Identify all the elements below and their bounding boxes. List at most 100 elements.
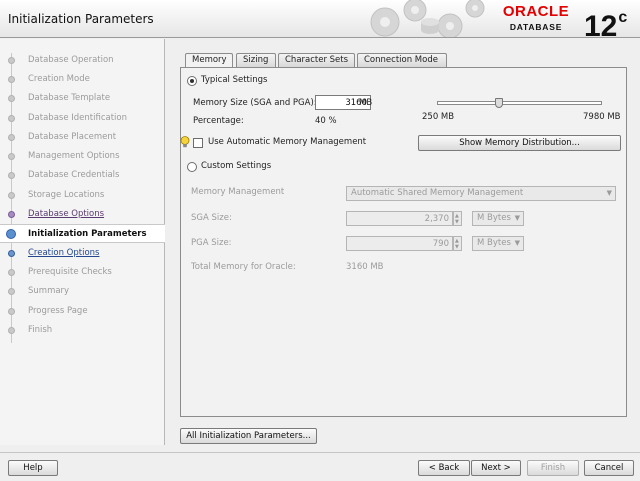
sga-size-spinner[interactable]: ▲ ▼ — [453, 211, 462, 226]
step-dot-icon — [8, 134, 15, 141]
slider-min-label: 250 MB — [422, 112, 455, 122]
memory-size-label: Memory Size (SGA and PGA): — [193, 98, 317, 108]
step-database-placement: Database Placement — [0, 128, 165, 147]
spinner-down-icon: ▼ — [455, 219, 459, 225]
percentage-label: Percentage: — [193, 116, 244, 126]
sga-size-input[interactable] — [346, 211, 453, 226]
step-dot-icon — [8, 308, 15, 315]
step-prerequisite-checks: Prerequisite Checks — [0, 263, 165, 282]
typical-settings-label: Typical Settings — [201, 75, 268, 85]
step-dot-icon — [8, 211, 15, 218]
memory-management-label: Memory Management — [191, 187, 285, 197]
step-database-operation: Database Operation — [0, 51, 165, 70]
tab-memory[interactable]: Memory — [185, 53, 233, 68]
step-label: Database Credentials — [28, 170, 120, 180]
chevron-down-icon: ▼ — [514, 239, 520, 247]
pga-size-spinner[interactable]: ▲ ▼ — [453, 236, 462, 251]
tab-character-sets[interactable]: Character Sets — [278, 53, 355, 67]
step-label: Prerequisite Checks — [28, 267, 112, 277]
version-label: 12c — [584, 0, 627, 45]
lightbulb-icon — [180, 136, 190, 148]
step-dot-icon — [8, 95, 15, 102]
typical-settings-radio[interactable] — [187, 76, 197, 86]
total-memory-label: Total Memory for Oracle: — [191, 262, 296, 272]
step-database-identification: Database Identification — [0, 109, 165, 128]
sga-size-label: SGA Size: — [191, 213, 232, 223]
oracle-wordmark: ORACLE — [502, 3, 570, 20]
percentage-value: 40 % — [315, 116, 337, 126]
memory-management-value: Automatic Shared Memory Management — [351, 188, 524, 198]
step-dot-icon — [8, 192, 15, 199]
custom-settings-radio[interactable] — [187, 162, 197, 172]
step-current-icon — [6, 229, 16, 239]
step-label: Progress Page — [28, 306, 88, 316]
step-database-options[interactable]: Database Options — [0, 205, 165, 224]
step-dot-icon — [8, 327, 15, 334]
step-label: Finish — [28, 325, 53, 335]
step-label: Creation Options — [28, 248, 100, 258]
step-management-options: Management Options — [0, 147, 165, 166]
finish-button: Finish — [527, 460, 579, 476]
show-memory-distribution-button[interactable]: Show Memory Distribution... — [418, 135, 621, 151]
step-label: Database Operation — [28, 55, 114, 65]
all-initialization-parameters-button[interactable]: All Initialization Parameters... — [180, 428, 317, 444]
step-creation-options[interactable]: Creation Options — [0, 244, 165, 263]
back-button[interactable]: < Back — [418, 460, 470, 476]
oracle-logo: ORACLE DATABASE — [495, 3, 577, 35]
step-dot-icon — [8, 153, 15, 160]
gears-icon — [370, 0, 485, 37]
step-summary: Summary — [0, 282, 165, 301]
step-label: Storage Locations — [28, 190, 105, 200]
step-storage-locations: Storage Locations — [0, 186, 165, 205]
memory-management-select[interactable]: Automatic Shared Memory Management ▼ — [346, 186, 616, 201]
chevron-down-icon: ▼ — [606, 189, 612, 197]
step-dot-icon — [8, 172, 15, 179]
step-label: Creation Mode — [28, 74, 90, 84]
pga-unit-value: M Bytes — [477, 238, 511, 248]
step-dot-icon — [8, 76, 15, 83]
step-dot-icon — [8, 269, 15, 276]
step-dot-icon — [8, 250, 15, 257]
tab-sizing[interactable]: Sizing — [236, 53, 276, 67]
header-banner: Initialization Parameters ORACLE DATABAS… — [0, 0, 640, 43]
version-suffix: c — [618, 9, 628, 26]
step-label: Database Template — [28, 93, 111, 103]
step-initialization-parameters: Initialization Parameters — [0, 224, 165, 243]
step-label: Database Options — [28, 209, 105, 219]
memory-slider-handle[interactable] — [495, 98, 504, 108]
step-label: Summary — [28, 286, 70, 296]
step-creation-mode: Creation Mode — [0, 70, 165, 89]
step-dot-icon — [8, 288, 15, 295]
footer-divider — [0, 452, 640, 453]
step-label: Database Placement — [28, 132, 117, 142]
step-finish: Finish — [0, 321, 165, 340]
pga-unit-select[interactable]: M Bytes ▼ — [472, 236, 524, 251]
sga-unit-select[interactable]: M Bytes ▼ — [472, 211, 524, 226]
sga-unit-value: M Bytes — [477, 213, 511, 223]
spinner-down-icon: ▼ — [455, 244, 459, 250]
custom-settings-label: Custom Settings — [201, 161, 272, 171]
total-memory-value: 3160 MB — [346, 262, 384, 272]
chevron-down-icon: ▼ — [514, 214, 520, 222]
step-label: Initialization Parameters — [28, 229, 147, 239]
memory-size-unit: MB — [359, 98, 373, 108]
automatic-memory-management-checkbox[interactable] — [193, 138, 203, 148]
slider-max-label: 7980 MB — [583, 112, 621, 122]
version-number: 12 — [584, 10, 618, 43]
automatic-memory-management-label: Use Automatic Memory Management — [208, 137, 367, 147]
pga-size-input[interactable] — [346, 236, 453, 251]
help-button[interactable]: Help — [8, 460, 58, 476]
step-dot-icon — [8, 57, 15, 64]
step-dot-icon — [8, 115, 15, 122]
step-progress-page: Progress Page — [0, 302, 165, 321]
oracle-database-label: DATABASE — [509, 22, 563, 32]
step-database-template: Database Template — [0, 89, 165, 108]
wizard-steps-sidebar: Database Operation Creation Mode Databas… — [0, 39, 165, 445]
next-button[interactable]: Next > — [471, 460, 521, 476]
page-title: Initialization Parameters — [8, 12, 154, 26]
step-label: Database Identification — [28, 113, 127, 123]
memory-slider-track[interactable] — [437, 101, 602, 105]
tab-connection-mode[interactable]: Connection Mode — [357, 53, 447, 67]
step-database-credentials: Database Credentials — [0, 166, 165, 185]
cancel-button[interactable]: Cancel — [584, 460, 634, 476]
